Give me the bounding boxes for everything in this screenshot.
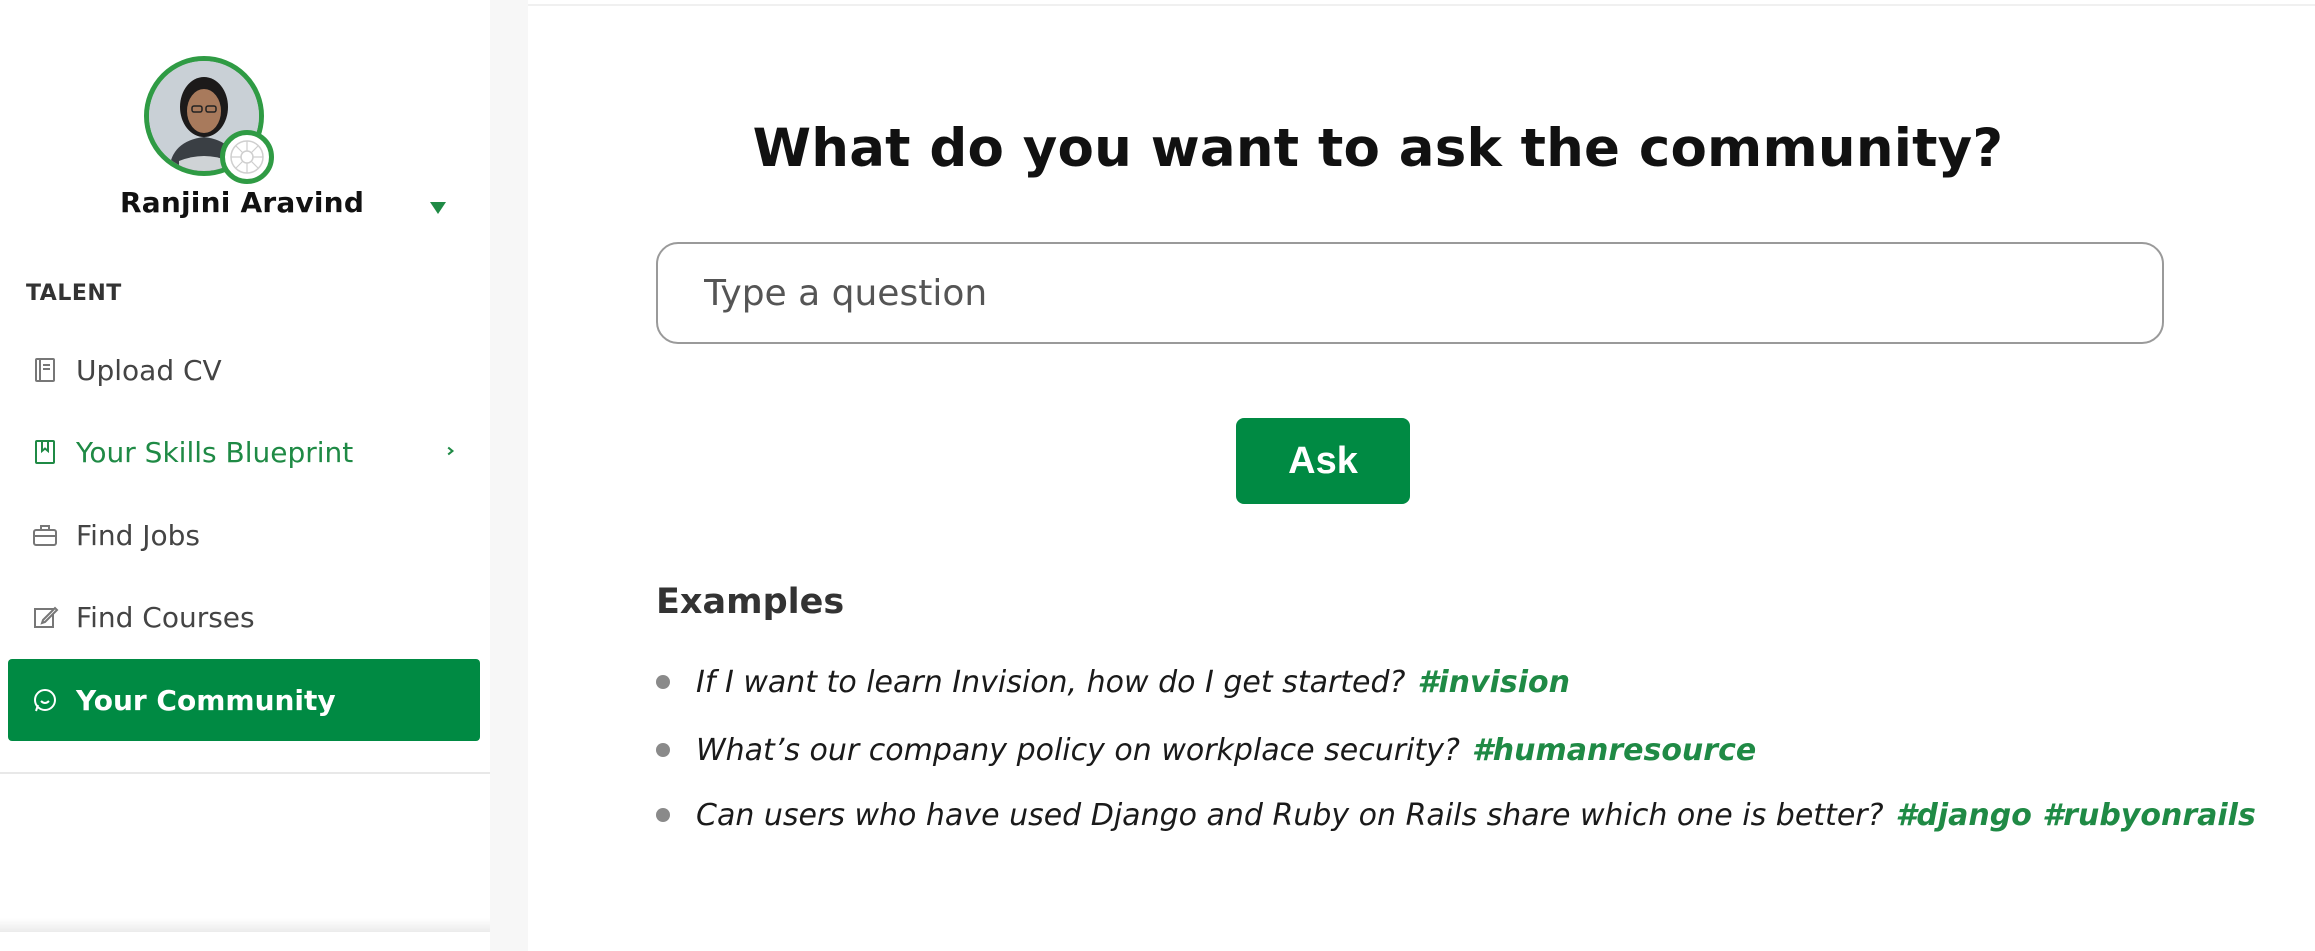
example-item: If I want to learn Invision, how do I ge… bbox=[656, 662, 1570, 702]
example-text: What’s our company policy on workplace s… bbox=[696, 732, 1460, 768]
example-tag[interactable]: #invision bbox=[1417, 665, 1569, 700]
example-item: What’s our company policy on workplace s… bbox=[656, 730, 1756, 770]
example-text: If I want to learn Invision, how do I ge… bbox=[696, 664, 1406, 700]
sidebar: Ranjini Aravind TALENT Upload CV Your Sk… bbox=[0, 0, 490, 930]
chat-icon bbox=[30, 685, 60, 715]
sidebar-item-find-courses[interactable]: Find Courses bbox=[8, 576, 480, 658]
section-label-talent: TALENT bbox=[26, 281, 122, 306]
example-item: Can users who have used Django and Ruby … bbox=[656, 795, 2256, 835]
sidebar-item-label: Upload CV bbox=[76, 353, 222, 387]
sidebar-item-label: Your Skills Blueprint bbox=[76, 435, 354, 469]
sidebar-item-label: Find Jobs bbox=[76, 518, 201, 552]
sidebar-bottom-shadow bbox=[0, 918, 528, 932]
example-tag[interactable]: #humanresource bbox=[1472, 733, 1756, 768]
sidebar-divider bbox=[0, 772, 490, 774]
question-input[interactable] bbox=[656, 242, 2164, 344]
ask-button[interactable]: Ask bbox=[1236, 418, 1410, 504]
main-content: What do you want to ask the community? A… bbox=[528, 6, 2315, 951]
badge-icon bbox=[220, 130, 274, 184]
layout-gutter bbox=[490, 0, 528, 951]
edit-icon bbox=[30, 602, 60, 632]
document-icon bbox=[30, 355, 60, 385]
examples-title: Examples bbox=[656, 582, 845, 622]
sidebar-item-label: Find Courses bbox=[76, 600, 255, 634]
example-text: Can users who have used Django and Ruby … bbox=[696, 797, 1884, 833]
page-title: What do you want to ask the community? bbox=[752, 118, 2004, 179]
profile-avatar[interactable] bbox=[144, 56, 276, 188]
sidebar-item-your-community[interactable]: Your Community bbox=[8, 659, 480, 741]
example-tag[interactable]: #django #rubyonrails bbox=[1896, 798, 2256, 833]
bullet-icon bbox=[656, 675, 670, 689]
chevron-right-icon bbox=[444, 437, 458, 472]
bullet-icon bbox=[656, 808, 670, 822]
sidebar-item-find-jobs[interactable]: Find Jobs bbox=[8, 494, 480, 576]
sidebar-item-skills-blueprint[interactable]: Your Skills Blueprint bbox=[8, 411, 480, 493]
sidebar-item-upload-cv[interactable]: Upload CV bbox=[8, 329, 480, 411]
user-name: Ranjini Aravind bbox=[120, 186, 365, 219]
profile-dropdown-caret-icon[interactable] bbox=[430, 202, 446, 214]
bullet-icon bbox=[656, 743, 670, 757]
briefcase-icon bbox=[30, 520, 60, 550]
bookmark-icon bbox=[30, 437, 60, 467]
sidebar-item-label: Your Community bbox=[76, 683, 336, 717]
